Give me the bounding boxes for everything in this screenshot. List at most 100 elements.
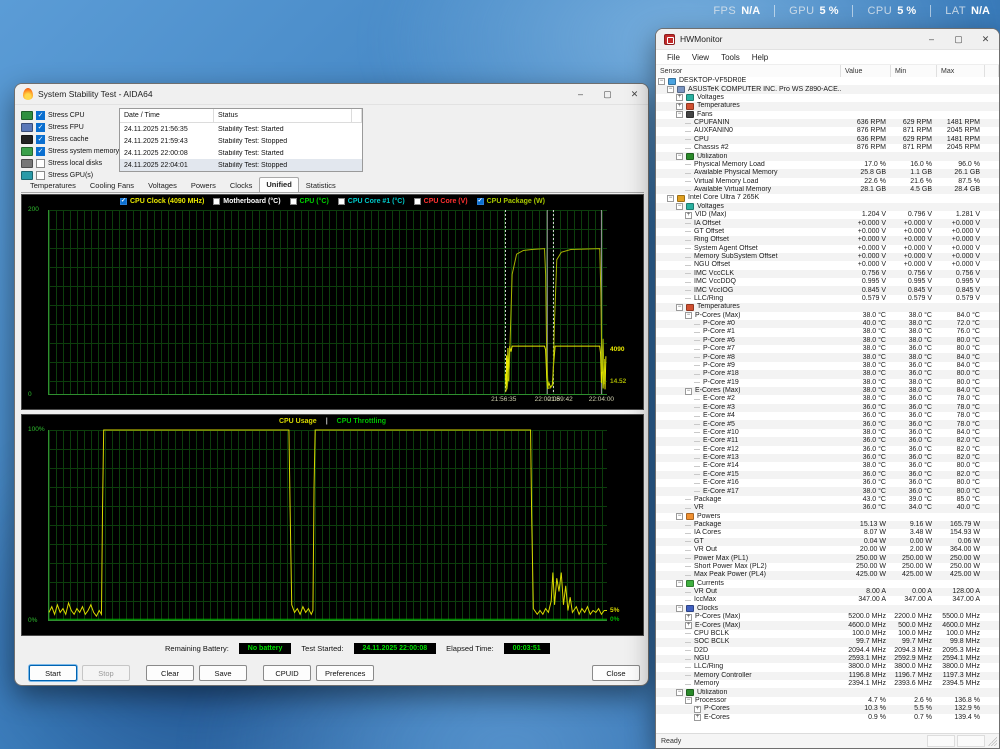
collapse-icon[interactable]: −	[676, 605, 683, 612]
collapse-icon[interactable]: −	[676, 580, 683, 587]
sensor-row[interactable]: E-Core #1438.0 °C36.0 °C80.0 °C	[656, 462, 999, 470]
minimize-icon[interactable]: –	[918, 29, 945, 49]
expand-icon[interactable]: +	[685, 622, 692, 629]
stress-option[interactable]: ✓Stress FPU	[21, 122, 133, 133]
sensor-row[interactable]: E-Core #1136.0 °C36.0 °C82.0 °C	[656, 437, 999, 445]
sensor-row[interactable]: NGU2593.1 MHz2592.9 MHz2594.1 MHz	[656, 655, 999, 663]
sensor-row[interactable]: IMC VccCLK0.756 V0.756 V0.756 V	[656, 270, 999, 278]
log-row[interactable]: 24.11.2025 22:00:08Stability Test: Start…	[120, 147, 362, 159]
checkbox[interactable]: ✓	[36, 111, 45, 120]
stress-option[interactable]: ✓Stress system memory	[21, 146, 133, 157]
sensor-row[interactable]: −Processor4.7 %2.6 %136.8 %	[656, 697, 999, 705]
sensor-row[interactable]: Max Peak Power (PL4)425.00 W425.00 W425.…	[656, 571, 999, 579]
sensor-row[interactable]: Memory SubSystem Offset+0.000 V+0.000 V+…	[656, 253, 999, 261]
expand-icon[interactable]: +	[676, 94, 683, 101]
sensor-row[interactable]: −Powers	[656, 513, 999, 521]
menu-file[interactable]: File	[662, 52, 685, 63]
menu-help[interactable]: Help	[747, 52, 773, 63]
close-icon[interactable]: ✕	[972, 29, 999, 49]
tab-statistics[interactable]: Statistics	[299, 178, 343, 193]
save-button[interactable]: Save	[199, 665, 247, 681]
sensor-row[interactable]: IA Cores8.07 W3.48 W154.93 W	[656, 529, 999, 537]
collapse-icon[interactable]: −	[676, 203, 683, 210]
sensor-row[interactable]: GT Offset+0.000 V+0.000 V+0.000 V	[656, 228, 999, 236]
sensor-row[interactable]: P-Core #1938.0 °C38.0 °C80.0 °C	[656, 379, 999, 387]
close-button[interactable]: Close	[592, 665, 640, 681]
sensor-row[interactable]: −DESKTOP-VF5DR0E	[656, 77, 999, 85]
collapse-icon[interactable]: −	[676, 513, 683, 520]
sensor-row[interactable]: Chassis #2876 RPM871 RPM2045 RPM	[656, 144, 999, 152]
sensor-row[interactable]: System Agent Offset+0.000 V+0.000 V+0.00…	[656, 245, 999, 253]
collapse-icon[interactable]: −	[658, 78, 665, 85]
maximize-icon[interactable]: ▢	[594, 84, 621, 104]
checkbox[interactable]: ✓	[36, 123, 45, 132]
checkbox[interactable]: ✓	[36, 135, 45, 144]
stress-option[interactable]: ✓Stress cache	[21, 134, 133, 145]
legend-item[interactable]: CPU Core #1 (°C)	[338, 198, 405, 205]
menu-view[interactable]: View	[687, 52, 714, 63]
stress-option[interactable]: Stress local disks	[21, 158, 133, 169]
sensor-row[interactable]: E-Core #1236.0 °C36.0 °C82.0 °C	[656, 446, 999, 454]
tab-temperatures[interactable]: Temperatures	[23, 178, 83, 193]
sensor-row[interactable]: Memory Controller1196.8 MHz1196.7 MHz119…	[656, 672, 999, 680]
sensor-row[interactable]: IMC VccIOG0.845 V0.845 V0.845 V	[656, 286, 999, 294]
sensor-row[interactable]: CPU636 RPM629 RPM1481 RPM	[656, 136, 999, 144]
sensor-row[interactable]: E-Core #336.0 °C36.0 °C78.0 °C	[656, 404, 999, 412]
sensor-row[interactable]: LLC/Ring0.579 V0.579 V0.579 V	[656, 295, 999, 303]
sensor-row[interactable]: Available Virtual Memory28.1 GB4.5 GB28.…	[656, 186, 999, 194]
sensor-row[interactable]: VR36.0 °C34.0 °C40.0 °C	[656, 504, 999, 512]
preferences-button[interactable]: Preferences	[316, 665, 374, 681]
legend-checkbox[interactable]: ✓	[120, 198, 127, 205]
collapse-icon[interactable]: −	[685, 697, 692, 704]
sensor-row[interactable]: GT0.04 W0.00 W0.06 W	[656, 538, 999, 546]
log-column-header[interactable]: Date / Time	[120, 109, 214, 122]
sensor-row[interactable]: P-Core #1838.0 °C36.0 °C80.0 °C	[656, 370, 999, 378]
legend-checkbox[interactable]	[290, 198, 297, 205]
sensor-row[interactable]: E-Core #1738.0 °C36.0 °C80.0 °C	[656, 487, 999, 495]
aida64-titlebar[interactable]: System Stability Test - AIDA64 – ▢ ✕	[15, 84, 648, 105]
sensor-row[interactable]: −E-Cores (Max)38.0 °C38.0 °C84.0 °C	[656, 387, 999, 395]
legend-item[interactable]: CPU Core (V)	[414, 198, 468, 205]
resize-grip[interactable]	[987, 736, 997, 746]
collapse-icon[interactable]: −	[676, 689, 683, 696]
expand-icon[interactable]: +	[676, 103, 683, 110]
tab-powers[interactable]: Powers	[184, 178, 223, 193]
sensor-row[interactable]: VR Out8.00 A0.00 A128.00 A	[656, 588, 999, 596]
checkbox[interactable]	[36, 159, 45, 168]
sensor-row[interactable]: Ring Offset+0.000 V+0.000 V+0.000 V	[656, 236, 999, 244]
log-row[interactable]: 24.11.2025 21:59:43Stability Test: Stopp…	[120, 135, 362, 147]
log-column-header[interactable]: Status	[214, 109, 352, 122]
sensor-row[interactable]: −Temperatures	[656, 303, 999, 311]
start-button[interactable]: Start	[29, 665, 77, 681]
collapse-icon[interactable]: −	[667, 86, 674, 93]
sensor-row[interactable]: CPU BCLK100.0 MHz100.0 MHz100.0 MHz	[656, 630, 999, 638]
sensor-row[interactable]: E-Core #1336.0 °C36.0 °C82.0 °C	[656, 454, 999, 462]
sensor-row[interactable]: −Fans	[656, 111, 999, 119]
sensor-row[interactable]: −ASUSTeK COMPUTER INC. Pro WS Z890-ACE..…	[656, 85, 999, 93]
collapse-icon[interactable]: −	[676, 153, 683, 160]
collapse-icon[interactable]: −	[685, 388, 692, 395]
sensor-row[interactable]: IMC VccDDQ0.995 V0.995 V0.995 V	[656, 278, 999, 286]
sensor-row[interactable]: LLC/Ring3800.0 MHz3800.0 MHz3800.0 MHz	[656, 663, 999, 671]
sensor-row[interactable]: Package15.13 W9.16 W165.79 W	[656, 521, 999, 529]
tab-cooling-fans[interactable]: Cooling Fans	[83, 178, 141, 193]
sensor-row[interactable]: Available Physical Memory25.8 GB1.1 GB26…	[656, 169, 999, 177]
expand-icon[interactable]: +	[694, 714, 701, 721]
sensor-row[interactable]: +E-Cores0.9 %0.7 %139.4 %	[656, 714, 999, 722]
expand-icon[interactable]: +	[685, 614, 692, 621]
sensor-row[interactable]: +Temperatures	[656, 102, 999, 110]
sensor-row[interactable]: Short Power Max (PL2)250.00 W250.00 W250…	[656, 563, 999, 571]
sensor-row[interactable]: E-Core #1536.0 °C36.0 °C82.0 °C	[656, 471, 999, 479]
sensor-row[interactable]: −Utilization	[656, 688, 999, 696]
maximize-icon[interactable]: ▢	[945, 29, 972, 49]
sensor-row[interactable]: P-Core #638.0 °C38.0 °C80.0 °C	[656, 337, 999, 345]
log-row[interactable]: 24.11.2025 21:56:35Stability Test: Start…	[120, 123, 362, 135]
sensor-row[interactable]: −Intel Core Ultra 7 265K	[656, 194, 999, 202]
close-icon[interactable]: ✕	[621, 84, 648, 104]
sensor-row[interactable]: −Voltages	[656, 203, 999, 211]
sensor-row[interactable]: E-Core #436.0 °C36.0 °C78.0 °C	[656, 412, 999, 420]
legend-checkbox[interactable]	[338, 198, 345, 205]
tab-clocks[interactable]: Clocks	[223, 178, 260, 193]
sensor-row[interactable]: Physical Memory Load17.0 %16.0 %96.0 %	[656, 161, 999, 169]
sensor-row[interactable]: Package43.0 °C39.0 °C85.0 °C	[656, 496, 999, 504]
